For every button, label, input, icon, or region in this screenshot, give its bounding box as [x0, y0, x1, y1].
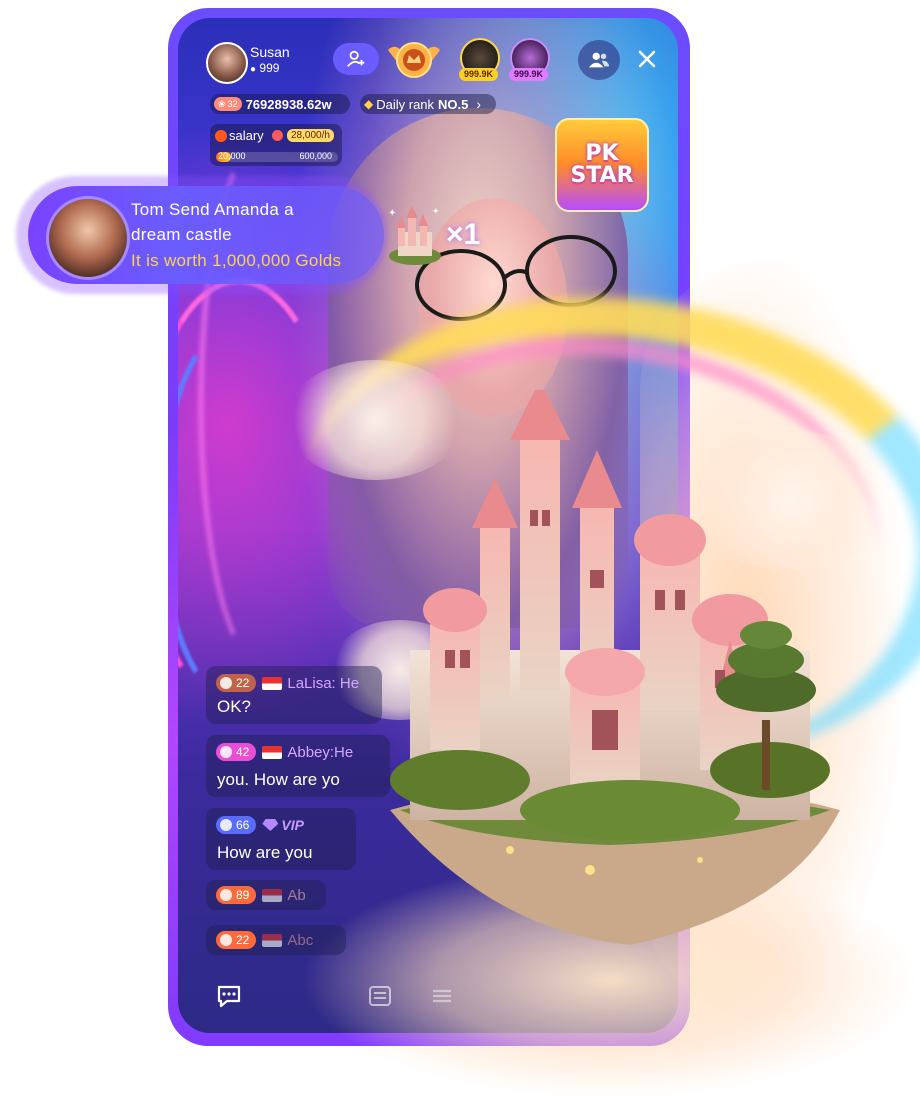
country-flag-icon: [262, 888, 283, 902]
chat-message-text: How are you: [217, 843, 313, 862]
user-level-badge: 22: [216, 931, 257, 949]
user-level-value: 22: [236, 933, 250, 947]
chevron-right-icon: ›: [476, 96, 482, 112]
dream-castle-gift-animation: [390, 390, 840, 945]
rank-crown-badge[interactable]: [386, 36, 442, 82]
salary-rate: 28,000/h: [287, 129, 334, 142]
chat-message[interactable]: 22 LaLisa: He OK?: [206, 666, 382, 724]
svg-text:✦: ✦: [432, 207, 440, 217]
salary-coin-icon: [215, 130, 227, 142]
host-level-value: 32: [227, 99, 238, 109]
top-viewer-count: 999.9K: [509, 68, 549, 81]
country-flag-icon: [262, 745, 283, 759]
vip-badge: VIP: [262, 817, 304, 833]
menu-icon[interactable]: [366, 982, 394, 1010]
chat-username: Abc: [287, 931, 314, 949]
chat-icon[interactable]: [215, 982, 243, 1010]
salary-target: 600,000: [299, 151, 332, 161]
user-level-value: 66: [236, 818, 250, 832]
user-level-value: 42: [236, 745, 250, 759]
salary-label: salary: [229, 128, 264, 143]
chat-message-header: 22 LaLisa: He: [216, 674, 359, 692]
svg-text:✦: ✦: [388, 208, 396, 219]
gold-balance: ❀ 32 76928938.62w: [210, 94, 350, 114]
country-flag-icon: [262, 676, 283, 690]
host-fan-count: ● 999: [250, 61, 279, 75]
close-button[interactable]: [632, 44, 662, 74]
list-icon[interactable]: [428, 982, 456, 1010]
salary-current: 20,000: [218, 151, 246, 161]
chat-message-header: 22 Abc: [216, 931, 313, 949]
gold-coin-icon: [272, 130, 283, 141]
flower-icon: [220, 746, 232, 758]
user-level-badge: 42: [216, 743, 257, 761]
chat-message[interactable]: 89 Ab: [206, 880, 326, 910]
chat-username: Abbey:He: [287, 743, 354, 761]
user-level-badge: 89: [216, 886, 257, 904]
user-level-value: 22: [236, 676, 250, 690]
chat-message[interactable]: 42 Abbey:He you. How are yo: [206, 735, 390, 797]
chat-message-text: you. How are yo: [217, 770, 340, 789]
host-name: Susan: [250, 44, 290, 60]
salary-progress-track: 20,000 600,000: [216, 151, 338, 162]
trophy-icon: ◆: [364, 97, 374, 111]
country-flag-icon: [262, 933, 283, 947]
chat-message-header: 66 VIP: [216, 816, 304, 834]
chat-message[interactable]: 66 VIP How are you: [206, 808, 356, 870]
add-user-icon: [347, 50, 365, 67]
fan-count-value: 999: [259, 61, 280, 75]
users-icon: [588, 52, 610, 68]
user-level-badge: 22: [216, 674, 257, 692]
user-level-value: 89: [236, 888, 250, 902]
salary-panel[interactable]: salary 28,000/h 20,000 600,000: [210, 124, 342, 166]
chat-message-header: 42 Abbey:He: [216, 743, 353, 761]
gift-notification-line3: It is worth 1,000,000 Golds: [131, 251, 342, 270]
moon-icon: [220, 677, 232, 689]
heart-icon: [220, 889, 232, 901]
chat-message-text: OK?: [217, 697, 252, 716]
live-stream-promo: Susan ● 999 999.9K 999.9K ❀ 32 76928938.…: [0, 0, 920, 1099]
top-viewer-count: 999.9K: [459, 68, 499, 81]
viewers-button[interactable]: [578, 40, 620, 80]
gift-multiplier: ×1: [446, 218, 481, 251]
pk-star-line1: PK: [585, 141, 619, 166]
chat-username: LaLisa: He: [287, 674, 360, 692]
vip-label: VIP: [281, 817, 304, 833]
daily-rank-label: Daily rank: [376, 96, 435, 112]
host-level-badge: ❀ 32: [214, 97, 242, 111]
sender-avatar[interactable]: [46, 196, 130, 280]
medal-icon: ❀: [218, 98, 226, 109]
castle-gift-icon: ✦ ✦: [388, 206, 441, 265]
daily-rank-value: NO.5: [438, 96, 469, 112]
chat-message-header: 89 Ab: [216, 886, 306, 904]
moon-icon: [220, 934, 232, 946]
follow-button[interactable]: [333, 43, 379, 75]
gold-balance-value: 76928938.62w: [245, 96, 332, 112]
close-icon: [638, 50, 656, 68]
gift-notification-line2: dream castle: [131, 225, 232, 244]
chat-message[interactable]: 22 Abc: [206, 925, 346, 955]
vip-gem-icon: [262, 819, 279, 831]
pk-star-line2: STAR: [570, 163, 634, 188]
gift-notification-line1: Tom Send Amanda a: [131, 200, 294, 219]
diamond-icon: [220, 819, 232, 831]
daily-rank-link[interactable]: ◆ Daily rank NO.5 ›: [360, 94, 496, 114]
chat-username: Ab: [287, 886, 306, 904]
user-level-badge: 66: [216, 816, 257, 834]
pk-star-button[interactable]: PK STAR: [555, 118, 649, 212]
host-avatar[interactable]: [206, 42, 248, 84]
person-icon: ●: [250, 64, 257, 75]
